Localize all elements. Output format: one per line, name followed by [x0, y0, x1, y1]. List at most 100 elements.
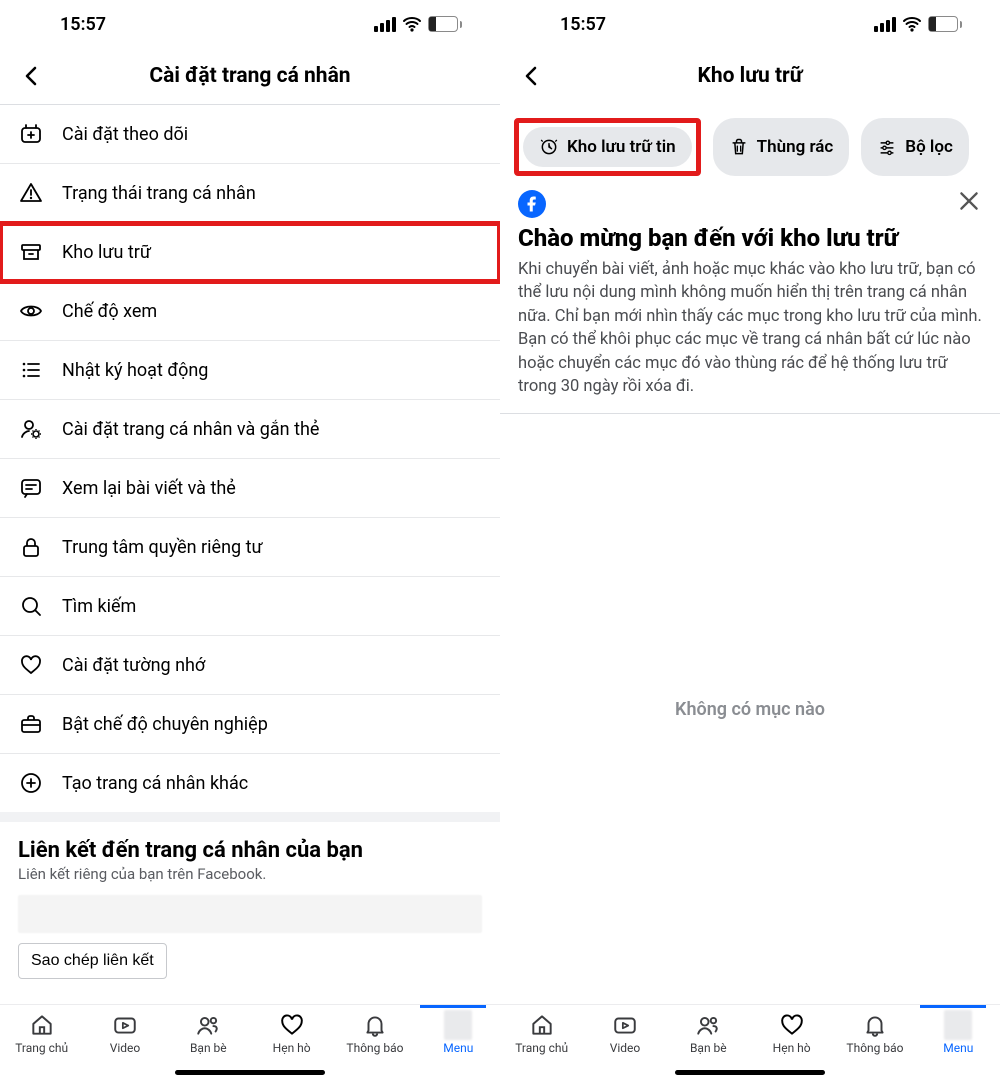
- active-tab-indicator: [420, 1005, 486, 1008]
- tab-label: Thông báo: [346, 1041, 403, 1055]
- bell-icon: [861, 1011, 889, 1039]
- empty-text: Không có mục nào: [675, 699, 825, 720]
- row-tagging[interactable]: Cài đặt trang cá nhân và gắn thẻ: [0, 400, 500, 459]
- row-memorial[interactable]: Cài đặt tường nhớ: [0, 636, 500, 695]
- archive-icon: [18, 239, 44, 265]
- search-icon: [18, 593, 44, 619]
- chip-filter[interactable]: Bộ lọc: [861, 118, 969, 176]
- facebook-logo-icon: [518, 190, 546, 218]
- chip-label: Thùng rác: [757, 137, 834, 157]
- back-button[interactable]: [16, 60, 48, 92]
- home-icon: [528, 1011, 556, 1039]
- row-label: Cài đặt theo dõi: [62, 124, 482, 145]
- row-label: Cài đặt tường nhớ: [62, 655, 482, 676]
- phone-right: 15:57 22 Kho lưu trữ Kho lưu trữ tin Thù…: [500, 0, 1000, 1083]
- tab-friends[interactable]: Bạn bè: [172, 1011, 244, 1055]
- home-icon: [28, 1011, 56, 1039]
- heart-icon: [778, 1011, 806, 1039]
- chip-story-archive[interactable]: Kho lưu trữ tin: [523, 127, 692, 167]
- tab-label: Hẹn hò: [773, 1041, 811, 1055]
- user-gear-icon: [18, 416, 44, 442]
- tab-label: Menu: [443, 1041, 473, 1055]
- heart-icon: [278, 1011, 306, 1039]
- nav-header: Cài đặt trang cá nhân: [0, 48, 500, 104]
- follow-icon: [18, 121, 44, 147]
- tab-label: Bạn bè: [190, 1041, 227, 1055]
- battery-icon: 22: [428, 16, 462, 32]
- tab-menu[interactable]: Menu: [922, 1011, 994, 1055]
- row-create[interactable]: Tạo trang cá nhân khác: [0, 754, 500, 812]
- link-section-sub: Liên kết riêng của bạn trên Facebook.: [18, 865, 482, 883]
- row-label: Tìm kiếm: [62, 596, 482, 617]
- status-bar: 15:57 22: [0, 0, 500, 48]
- row-pro[interactable]: Bật chế độ chuyên nghiệp: [0, 695, 500, 754]
- video-icon: [611, 1011, 639, 1039]
- tab-friends[interactable]: Bạn bè: [672, 1011, 744, 1055]
- close-button[interactable]: [956, 188, 982, 214]
- row-activity[interactable]: Nhật ký hoạt động: [0, 341, 500, 400]
- menu-icon: [444, 1011, 472, 1039]
- row-privacy[interactable]: Trung tâm quyền riêng tư: [0, 518, 500, 577]
- filter-icon: [877, 137, 897, 157]
- tab-video[interactable]: Video: [589, 1011, 661, 1055]
- tab-bar: Trang chủ Video Bạn bè Hẹn hò Thông báo …: [500, 1005, 1000, 1083]
- status-time: 15:57: [560, 14, 606, 35]
- eye-icon: [18, 298, 44, 324]
- tab-home[interactable]: Trang chủ: [506, 1011, 578, 1055]
- status-right: 22: [374, 14, 462, 34]
- tab-label: Trang chủ: [15, 1041, 68, 1055]
- chip-trash[interactable]: Thùng rác: [713, 118, 850, 176]
- tab-label: Hẹn hò: [273, 1041, 311, 1055]
- copy-link-button[interactable]: Sao chép liên kết: [18, 943, 167, 979]
- page-title: Cài đặt trang cá nhân: [0, 64, 500, 88]
- briefcase-icon: [18, 711, 44, 737]
- status-time: 15:57: [60, 14, 106, 35]
- page-title: Kho lưu trữ: [500, 64, 1000, 88]
- wifi-icon: [402, 14, 422, 34]
- trash-icon: [729, 137, 749, 157]
- row-label: Trung tâm quyền riêng tư: [62, 537, 482, 558]
- status-right: 22: [874, 14, 962, 34]
- tab-home[interactable]: Trang chủ: [6, 1011, 78, 1055]
- tab-label: Video: [110, 1041, 141, 1055]
- row-label: Bật chế độ chuyên nghiệp: [62, 714, 482, 735]
- tab-label: Bạn bè: [690, 1041, 727, 1055]
- welcome-title: Chào mừng bạn đến với kho lưu trữ: [518, 224, 982, 252]
- tab-label: Menu: [943, 1041, 973, 1055]
- empty-state: Không có mục nào: [500, 414, 1000, 1005]
- lock-icon: [18, 534, 44, 560]
- row-label: Tạo trang cá nhân khác: [62, 773, 482, 794]
- row-label: Nhật ký hoạt động: [62, 360, 482, 381]
- tab-dating[interactable]: Hẹn hò: [756, 1011, 828, 1055]
- review-icon: [18, 475, 44, 501]
- list-icon: [18, 357, 44, 383]
- tab-notifications[interactable]: Thông báo: [339, 1011, 411, 1055]
- home-indicator: [175, 1070, 325, 1075]
- row-archive[interactable]: Kho lưu trữ: [0, 223, 500, 282]
- row-review[interactable]: Xem lại bài viết và thẻ: [0, 459, 500, 518]
- welcome-card: Chào mừng bạn đến với kho lưu trữ Khi ch…: [500, 190, 1000, 413]
- row-status[interactable]: Trạng thái trang cá nhân: [0, 164, 500, 223]
- tab-dating[interactable]: Hẹn hò: [256, 1011, 328, 1055]
- warning-icon: [18, 180, 44, 206]
- row-search[interactable]: Tìm kiếm: [0, 577, 500, 636]
- tab-video[interactable]: Video: [89, 1011, 161, 1055]
- bell-icon: [361, 1011, 389, 1039]
- tab-label: Video: [610, 1041, 641, 1055]
- cellular-icon: [874, 17, 896, 32]
- chips-row: Kho lưu trữ tin Thùng rác Bộ lọc: [500, 104, 1000, 190]
- menu-icon: [944, 1011, 972, 1039]
- link-section-title: Liên kết đến trang cá nhân của bạn: [18, 838, 482, 863]
- battery-icon: 22: [928, 16, 962, 32]
- tab-menu[interactable]: Menu: [422, 1011, 494, 1055]
- row-label: Kho lưu trữ: [62, 242, 482, 263]
- link-section: Liên kết đến trang cá nhân của bạn Liên …: [0, 822, 500, 885]
- nav-header: Kho lưu trữ: [500, 48, 1000, 104]
- welcome-body: Khi chuyển bài viết, ảnh hoặc mục khác v…: [518, 258, 982, 399]
- back-button[interactable]: [516, 60, 548, 92]
- heart-icon: [18, 652, 44, 678]
- row-viewmode[interactable]: Chế độ xem: [0, 282, 500, 341]
- row-follow[interactable]: Cài đặt theo dõi: [0, 105, 500, 164]
- wifi-icon: [902, 14, 922, 34]
- tab-notifications[interactable]: Thông báo: [839, 1011, 911, 1055]
